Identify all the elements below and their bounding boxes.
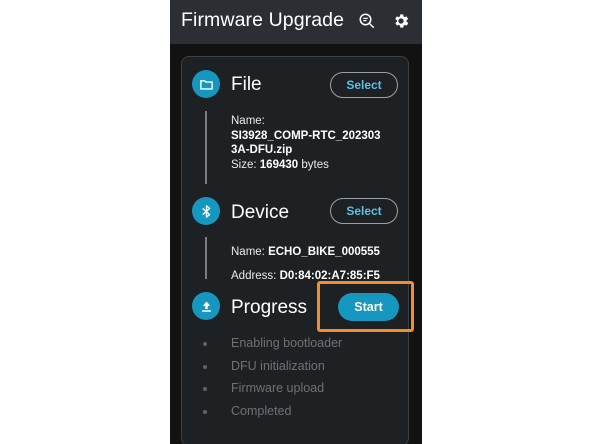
- file-heading: File: [231, 74, 262, 95]
- stage-label: Completed: [231, 404, 292, 418]
- stage-item: Completed: [200, 404, 400, 420]
- file-details: Name: SI3928_COMP-RTC_202303 3A-DFU.zip …: [231, 114, 381, 172]
- stage-dot: [203, 365, 207, 369]
- file-name-line1: SI3928_COMP-RTC_202303: [231, 129, 381, 142]
- device-name-value: ECHO_BIKE_000555: [268, 246, 380, 258]
- file-size-unit: bytes: [301, 158, 329, 171]
- device-name-label: Name:: [231, 246, 265, 258]
- device-name-row: Name: ECHO_BIKE_000555: [231, 240, 380, 264]
- page-title: Firmware Upgrade: [181, 9, 345, 31]
- file-step-connector: [205, 111, 207, 184]
- select-device-button[interactable]: Select: [330, 198, 398, 224]
- upload-icon: [192, 292, 220, 320]
- start-button[interactable]: Start: [338, 293, 399, 321]
- stage-dot: [203, 387, 207, 391]
- file-size-label: Size:: [231, 158, 257, 171]
- stage-item: Firmware upload: [200, 381, 400, 397]
- stage-dot: [203, 410, 207, 414]
- folder-icon: [192, 70, 220, 98]
- search-icon[interactable]: [358, 12, 376, 30]
- file-name-label: Name:: [231, 115, 265, 127]
- bluetooth-icon: [192, 197, 220, 225]
- file-size-value: 169430: [259, 158, 299, 171]
- file-size-row: Size: 169430 bytes: [231, 158, 381, 173]
- stage-dot: [203, 342, 207, 346]
- stage-item: DFU initialization: [200, 359, 400, 375]
- device-address-label: Address:: [231, 270, 277, 282]
- device-heading: Device: [231, 202, 290, 223]
- select-file-button[interactable]: Select: [330, 72, 398, 98]
- stage-item: Enabling bootloader: [200, 336, 400, 352]
- gear-icon[interactable]: [392, 12, 410, 30]
- app-bar: Firmware Upgrade: [170, 0, 422, 44]
- file-name-line2: 3A-DFU.zip: [231, 144, 293, 156]
- device-step-connector: [205, 237, 207, 279]
- progress-heading: Progress: [231, 297, 308, 318]
- stage-label: Enabling bootloader: [231, 336, 343, 350]
- stage-label: Firmware upload: [231, 381, 325, 395]
- stage-label: DFU initialization: [231, 359, 325, 373]
